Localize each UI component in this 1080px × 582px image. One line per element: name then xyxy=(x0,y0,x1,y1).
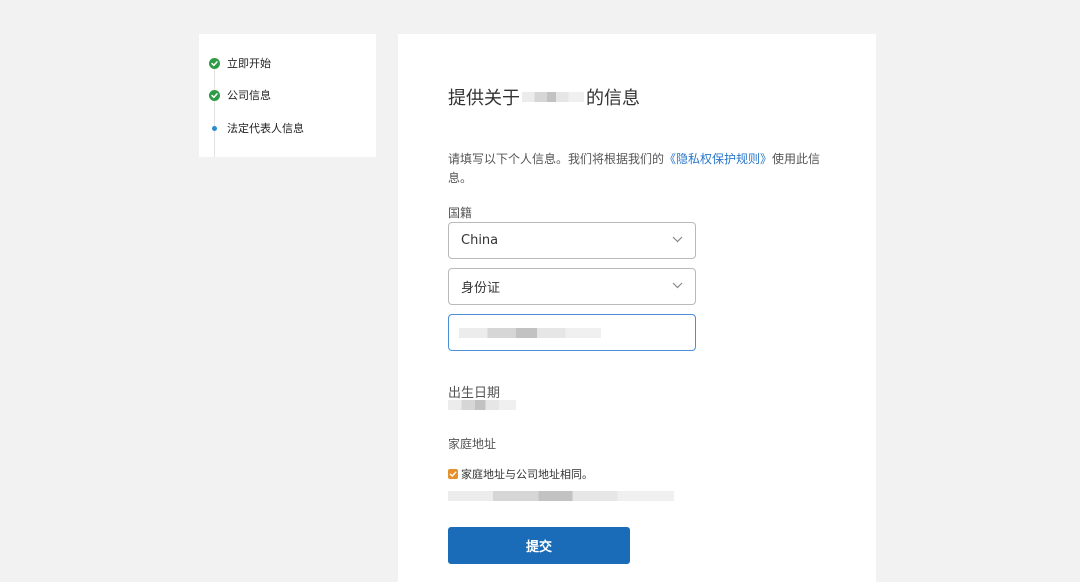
step-get-started[interactable]: 立即开始 xyxy=(209,55,271,71)
page-title: 提供关于 的信息 xyxy=(448,84,640,110)
nationality-label: 国籍 xyxy=(448,206,473,220)
chevron-down-icon xyxy=(672,236,683,243)
redacted-birthdate xyxy=(448,400,516,410)
form-card: 提供关于 的信息 请填写以下个人信息。我们将根据我们的《隐私权保护规则》使用此信… xyxy=(398,34,876,582)
birthdate-label: 出生日期 xyxy=(448,386,501,401)
address-label: 家庭地址 xyxy=(448,437,497,451)
form-description: 请填写以下个人信息。我们将根据我们的《隐私权保护规则》使用此信息。 xyxy=(448,150,828,188)
title-prefix: 提供关于 xyxy=(448,88,520,109)
progress-stepper: 立即开始 公司信息 法定代表人信息 xyxy=(199,34,376,157)
id-number-input[interactable] xyxy=(448,314,696,351)
stepper-line xyxy=(214,62,215,157)
step-label: 法定代表人信息 xyxy=(227,122,304,135)
chevron-down-icon xyxy=(672,282,683,289)
title-suffix: 的信息 xyxy=(586,88,640,109)
dot-icon xyxy=(212,125,217,131)
same-address-checkbox[interactable] xyxy=(448,469,458,479)
same-address-checkbox-row[interactable]: 家庭地址与公司地址相同。 xyxy=(448,466,593,482)
nationality-value: China xyxy=(461,233,499,248)
step-legal-representative[interactable]: 法定代表人信息 xyxy=(209,120,304,136)
privacy-policy-link[interactable]: 《隐私权保护规则》 xyxy=(664,152,772,166)
id-type-value: 身份证 xyxy=(461,281,501,296)
nationality-select[interactable]: China xyxy=(448,222,696,259)
redacted-id-number xyxy=(459,327,601,338)
step-label: 公司信息 xyxy=(227,89,271,102)
description-text: 请填写以下个人信息。我们将根据我们的 xyxy=(448,152,665,166)
same-address-label: 家庭地址与公司地址相同。 xyxy=(461,468,593,481)
id-type-select[interactable]: 身份证 xyxy=(448,268,696,305)
submit-button[interactable]: 提交 xyxy=(448,527,630,564)
redacted-company-name xyxy=(522,92,584,102)
check-circle-icon xyxy=(209,89,220,101)
step-label: 立即开始 xyxy=(227,57,271,70)
checkmark-icon xyxy=(449,471,457,477)
step-company-info[interactable]: 公司信息 xyxy=(209,87,271,103)
check-circle-icon xyxy=(209,57,220,69)
redacted-company-address xyxy=(448,491,674,501)
